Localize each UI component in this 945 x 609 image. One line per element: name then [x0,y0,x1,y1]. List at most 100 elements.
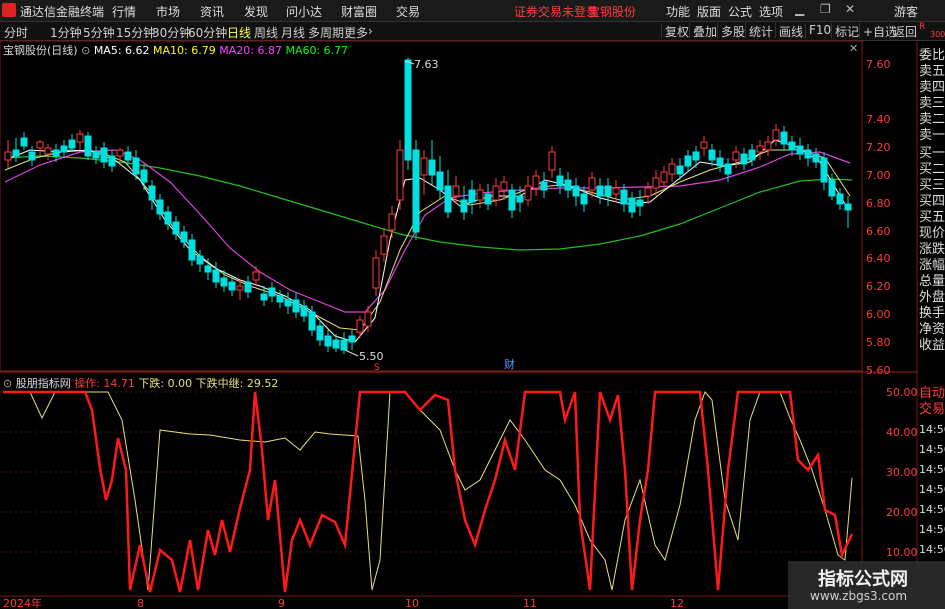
candle-body [644,187,652,197]
candle-body [180,231,188,243]
candle-body [60,145,68,153]
candle-body [604,185,612,197]
date-tick: 9 [278,597,285,609]
side-label: 换手 [919,306,945,321]
candle-body [532,175,540,189]
side-label: 卖三 [919,96,945,111]
candle-body [380,235,388,255]
candle-body [684,155,692,167]
date-axis: 2024年 8 9 10 11 12 [3,596,684,609]
candle-body [788,141,796,151]
low-annotation: 5.50 [359,350,384,363]
candle-body [156,199,164,215]
candle-body [516,195,524,203]
price-tick: 6.80 [866,197,891,210]
price-pane-frame [0,40,863,372]
side-label: 买三 [919,178,945,193]
candle-body [652,177,660,189]
indicator-red-line [3,390,854,593]
price-tick: 7.00 [866,169,891,182]
side-label: 净资 [919,322,945,337]
candle-body [836,193,844,205]
candle-body [36,141,44,149]
indicator-grid [0,391,862,553]
date-tick: 12 [670,597,684,609]
candle-body [724,163,732,175]
candle-body [492,185,500,201]
candle-body [44,147,52,155]
candle-body [52,149,60,157]
candle-body [164,211,172,225]
price-tick: 6.60 [866,225,891,238]
candle-body [444,185,452,213]
candle-body [12,149,20,157]
kline-chart[interactable]: 7.60 7.40 7.20 7.00 6.80 6.60 6.40 6.20 … [0,0,945,609]
candle-body [668,163,676,175]
candle-body [844,203,852,211]
candle-body [436,171,444,191]
candle-body [572,185,580,197]
side-label: 卖四 [919,80,945,95]
legend-settings-icon[interactable]: ⊙ [81,44,90,57]
candle-body [732,151,740,161]
candle-body [196,255,204,265]
candle-body [636,199,644,207]
indicator-settings-icon[interactable]: ⊙ [3,377,12,390]
candle-body [244,281,252,293]
candle-body [396,149,404,201]
candle-body [68,139,76,149]
candle-body [476,189,484,201]
ind-tick: 50.00 [886,386,918,399]
candle-body [828,179,836,197]
auto-trade-label[interactable]: 自动 [919,386,945,401]
candle-body [132,157,140,175]
side-label: 买一 [919,146,945,161]
auto-trade-label[interactable]: 交易 [919,402,945,417]
candle-body [292,299,300,313]
candle-body [212,269,220,283]
candle-body [596,185,604,197]
candle-body [252,271,260,281]
side-label: 买二 [919,162,945,177]
candle-body [740,153,748,165]
candle-body [508,189,516,211]
tick-time: 14:56 [919,503,945,516]
candle-body [756,145,764,153]
side-label: 卖一 [919,128,945,143]
candle-body [716,157,724,167]
candle-body [4,151,12,161]
tick-time: 14:56 [919,543,945,556]
candle-body [404,59,412,161]
price-tick: 7.40 [866,113,891,126]
stock-title[interactable]: 宝钢股份(日线) [3,44,78,57]
candle-body [148,185,156,201]
candle-body [284,299,292,307]
candle-body [452,185,460,197]
high-annotation: 7.63 [414,58,439,71]
candle-body [580,193,588,205]
candle-body [820,157,828,183]
pane-close-icon[interactable]: ✕ [849,42,858,55]
finance-marker[interactable]: 财 [504,357,515,371]
candle-body [204,265,212,273]
candle-body [812,153,820,163]
candle-body [124,151,132,161]
indicator-name[interactable]: 股朋指标网 [16,377,71,390]
price-tick: 7.60 [866,58,891,71]
side-label: 收益 [919,338,945,353]
ind-tick: 10.00 [886,546,918,559]
ind-tick: 20.00 [886,506,918,519]
candle-body [412,149,420,233]
candle-body [228,281,236,291]
candle-body [92,151,100,159]
candle-body [116,149,124,157]
candle-body [540,181,548,191]
candle-body [364,311,372,327]
candle-body [76,133,84,143]
candle-body [564,179,572,191]
candle-body [708,149,716,161]
s-marker: S [374,363,380,373]
candle-body [300,305,308,317]
ind-tick: 30.00 [886,466,918,479]
candle-body [356,319,364,333]
